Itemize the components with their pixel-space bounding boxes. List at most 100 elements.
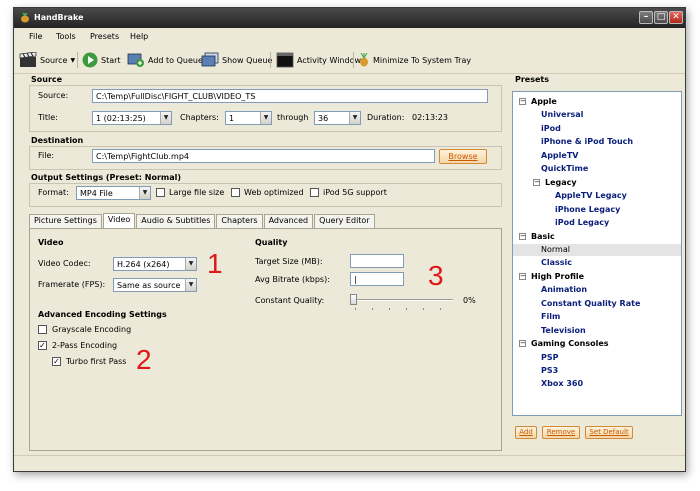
preset-group-gaming-consoles[interactable]: Gaming Consoles	[531, 338, 609, 350]
ipod-5g-checkbox[interactable]	[310, 188, 319, 197]
tab-chapters[interactable]: Chapters	[216, 214, 263, 228]
expander-icon[interactable]: −	[533, 178, 540, 186]
video-codec-select[interactable]: H.264 (x264) ▼	[113, 257, 197, 271]
preset-item-iphone-legacy[interactable]: iPhone Legacy	[555, 204, 620, 216]
preset-item-quicktime[interactable]: QuickTime	[541, 163, 588, 175]
preset-item-television[interactable]: Television	[541, 325, 586, 337]
format-select-value: MP4 File	[80, 189, 113, 198]
turbo-first-pass-checkbox[interactable]: ✓	[52, 357, 61, 366]
two-pass-checkbox[interactable]: ✓	[38, 341, 47, 350]
framerate-value: Same as source	[117, 281, 181, 290]
start-button-label: Start	[101, 55, 121, 65]
duration-label: Duration:	[367, 113, 405, 122]
browse-button[interactable]: Browse	[439, 149, 487, 164]
menu-tools[interactable]: Tools	[56, 32, 76, 41]
toolbar-divider	[353, 52, 354, 68]
constant-quality-slider[interactable]	[350, 294, 357, 305]
preset-item-film[interactable]: Film	[541, 311, 560, 323]
advanced-encoding-heading: Advanced Encoding Settings	[38, 310, 167, 319]
large-file-checkbox[interactable]	[156, 188, 165, 197]
add-preset-button[interactable]: Add	[515, 426, 537, 439]
presets-tree[interactable]: − Apple Universal iPod iPhone & iPod Touch Ap…	[512, 91, 682, 416]
slider-tick	[440, 308, 441, 310]
activity-window-button[interactable]: Activity Window	[276, 50, 361, 70]
remove-preset-button[interactable]: Remove	[542, 426, 580, 439]
preset-item-iphone-ipod-touch[interactable]: iPhone & iPod Touch	[541, 136, 633, 148]
minimize-to-tray-label: Minimize To System Tray	[373, 55, 472, 65]
show-queue-button[interactable]: Show Queue	[201, 50, 272, 70]
clapperboard-icon	[19, 52, 37, 67]
title-bar[interactable]: HandBrake – □ ✕	[14, 8, 685, 28]
web-optimized-label: Web optimized	[244, 188, 304, 197]
chapter-start-select[interactable]: 1 ▼	[225, 111, 272, 125]
web-optimized-checkbox[interactable]	[231, 188, 240, 197]
title-select[interactable]: 1 (02:13:25) ▼	[92, 111, 172, 125]
minimize-to-tray-button[interactable]: Minimize To System Tray	[358, 50, 471, 70]
preset-item-universal[interactable]: Universal	[541, 109, 583, 121]
annotation-number-3: 3	[428, 260, 444, 291]
menu-help[interactable]: Help	[130, 32, 148, 41]
preset-item-xbox-360[interactable]: Xbox 360	[541, 378, 583, 390]
preset-item-ipod[interactable]: iPod	[541, 123, 561, 135]
video-heading: Video	[38, 238, 64, 247]
format-label: Format:	[38, 188, 69, 197]
preset-item-ps3[interactable]: PS3	[541, 365, 558, 377]
avg-bitrate-field[interactable]: |	[350, 272, 404, 286]
large-file-label: Large file size	[169, 188, 225, 197]
destination-file-field[interactable]: C:\Temp\FightClub.mp4	[92, 149, 435, 163]
tab-advanced[interactable]: Advanced	[263, 214, 314, 228]
chapter-end-select[interactable]: 36 ▼	[314, 111, 361, 125]
preset-group-high-profile[interactable]: High Profile	[531, 271, 584, 283]
grayscale-label: Grayscale Encoding	[52, 325, 132, 334]
framerate-select[interactable]: Same as source ▼	[113, 278, 197, 292]
preset-item-animation[interactable]: Animation	[541, 284, 587, 296]
annotation-number-1: 1	[207, 248, 223, 279]
video-tab-panel: Video Video Codec: H.264 (x264) ▼ Framer…	[29, 228, 502, 451]
target-size-field[interactable]	[350, 254, 404, 268]
expander-icon[interactable]: −	[519, 98, 526, 105]
tab-video[interactable]: Video	[102, 213, 136, 228]
show-queue-label: Show Queue	[222, 55, 273, 65]
preset-group-legacy[interactable]: Legacy	[545, 177, 577, 189]
preset-item-classic[interactable]: Classic	[541, 257, 572, 269]
expander-icon[interactable]: −	[519, 340, 526, 348]
preset-group-basic[interactable]: Basic	[531, 231, 555, 243]
video-codec-label: Video Codec:	[38, 259, 91, 268]
avg-bitrate-label: Avg Bitrate (kbps):	[255, 275, 330, 284]
format-select[interactable]: MP4 File ▼	[76, 186, 151, 200]
expander-icon[interactable]: −	[519, 272, 526, 280]
menu-presets[interactable]: Presets	[90, 32, 119, 41]
toolbar-divider	[77, 52, 78, 68]
source-button[interactable]: Source ▼	[19, 50, 75, 70]
window-title: HandBrake	[34, 13, 84, 22]
chevron-down-icon: ▼	[185, 279, 196, 291]
preset-item-appletv-legacy[interactable]: AppleTV Legacy	[555, 190, 627, 202]
tab-picture-settings[interactable]: Picture Settings	[29, 214, 102, 228]
minimize-button[interactable]: –	[639, 11, 653, 24]
source-button-label: Source	[40, 55, 68, 65]
chapter-start-value: 1	[229, 114, 235, 123]
maximize-button[interactable]: □	[654, 11, 668, 24]
close-button[interactable]: ✕	[669, 11, 683, 24]
preset-item-appletv[interactable]: AppleTV	[541, 150, 578, 162]
grayscale-checkbox[interactable]	[38, 325, 47, 334]
expander-icon[interactable]: −	[519, 232, 526, 240]
start-button[interactable]: Start	[82, 50, 121, 70]
annotation-number-2: 2	[136, 344, 152, 375]
tab-audio-subtitles[interactable]: Audio & Subtitles	[136, 214, 216, 228]
status-bar	[14, 455, 685, 471]
play-icon	[82, 52, 98, 68]
set-default-preset-button[interactable]: Set Default	[585, 426, 633, 439]
source-path-field[interactable]: C:\Temp\FullDisc\FIGHT_CLUB\VIDEO_TS	[92, 89, 488, 103]
tab-query-editor[interactable]: Query Editor	[314, 214, 375, 228]
add-to-queue-button[interactable]: Add to Queue	[127, 50, 203, 70]
pineapple-icon	[21, 13, 29, 23]
preset-item-psp[interactable]: PSP	[541, 352, 559, 364]
preset-item-constant-quality-rate[interactable]: Constant Quality Rate	[541, 298, 640, 310]
preset-item-normal[interactable]: Normal	[513, 243, 681, 256]
menu-file[interactable]: File	[29, 32, 42, 41]
constant-quality-track[interactable]	[353, 299, 453, 301]
preset-group-apple[interactable]: Apple	[531, 96, 557, 108]
preset-item-ipod-legacy[interactable]: iPod Legacy	[555, 217, 609, 229]
queue-icon	[201, 52, 219, 67]
